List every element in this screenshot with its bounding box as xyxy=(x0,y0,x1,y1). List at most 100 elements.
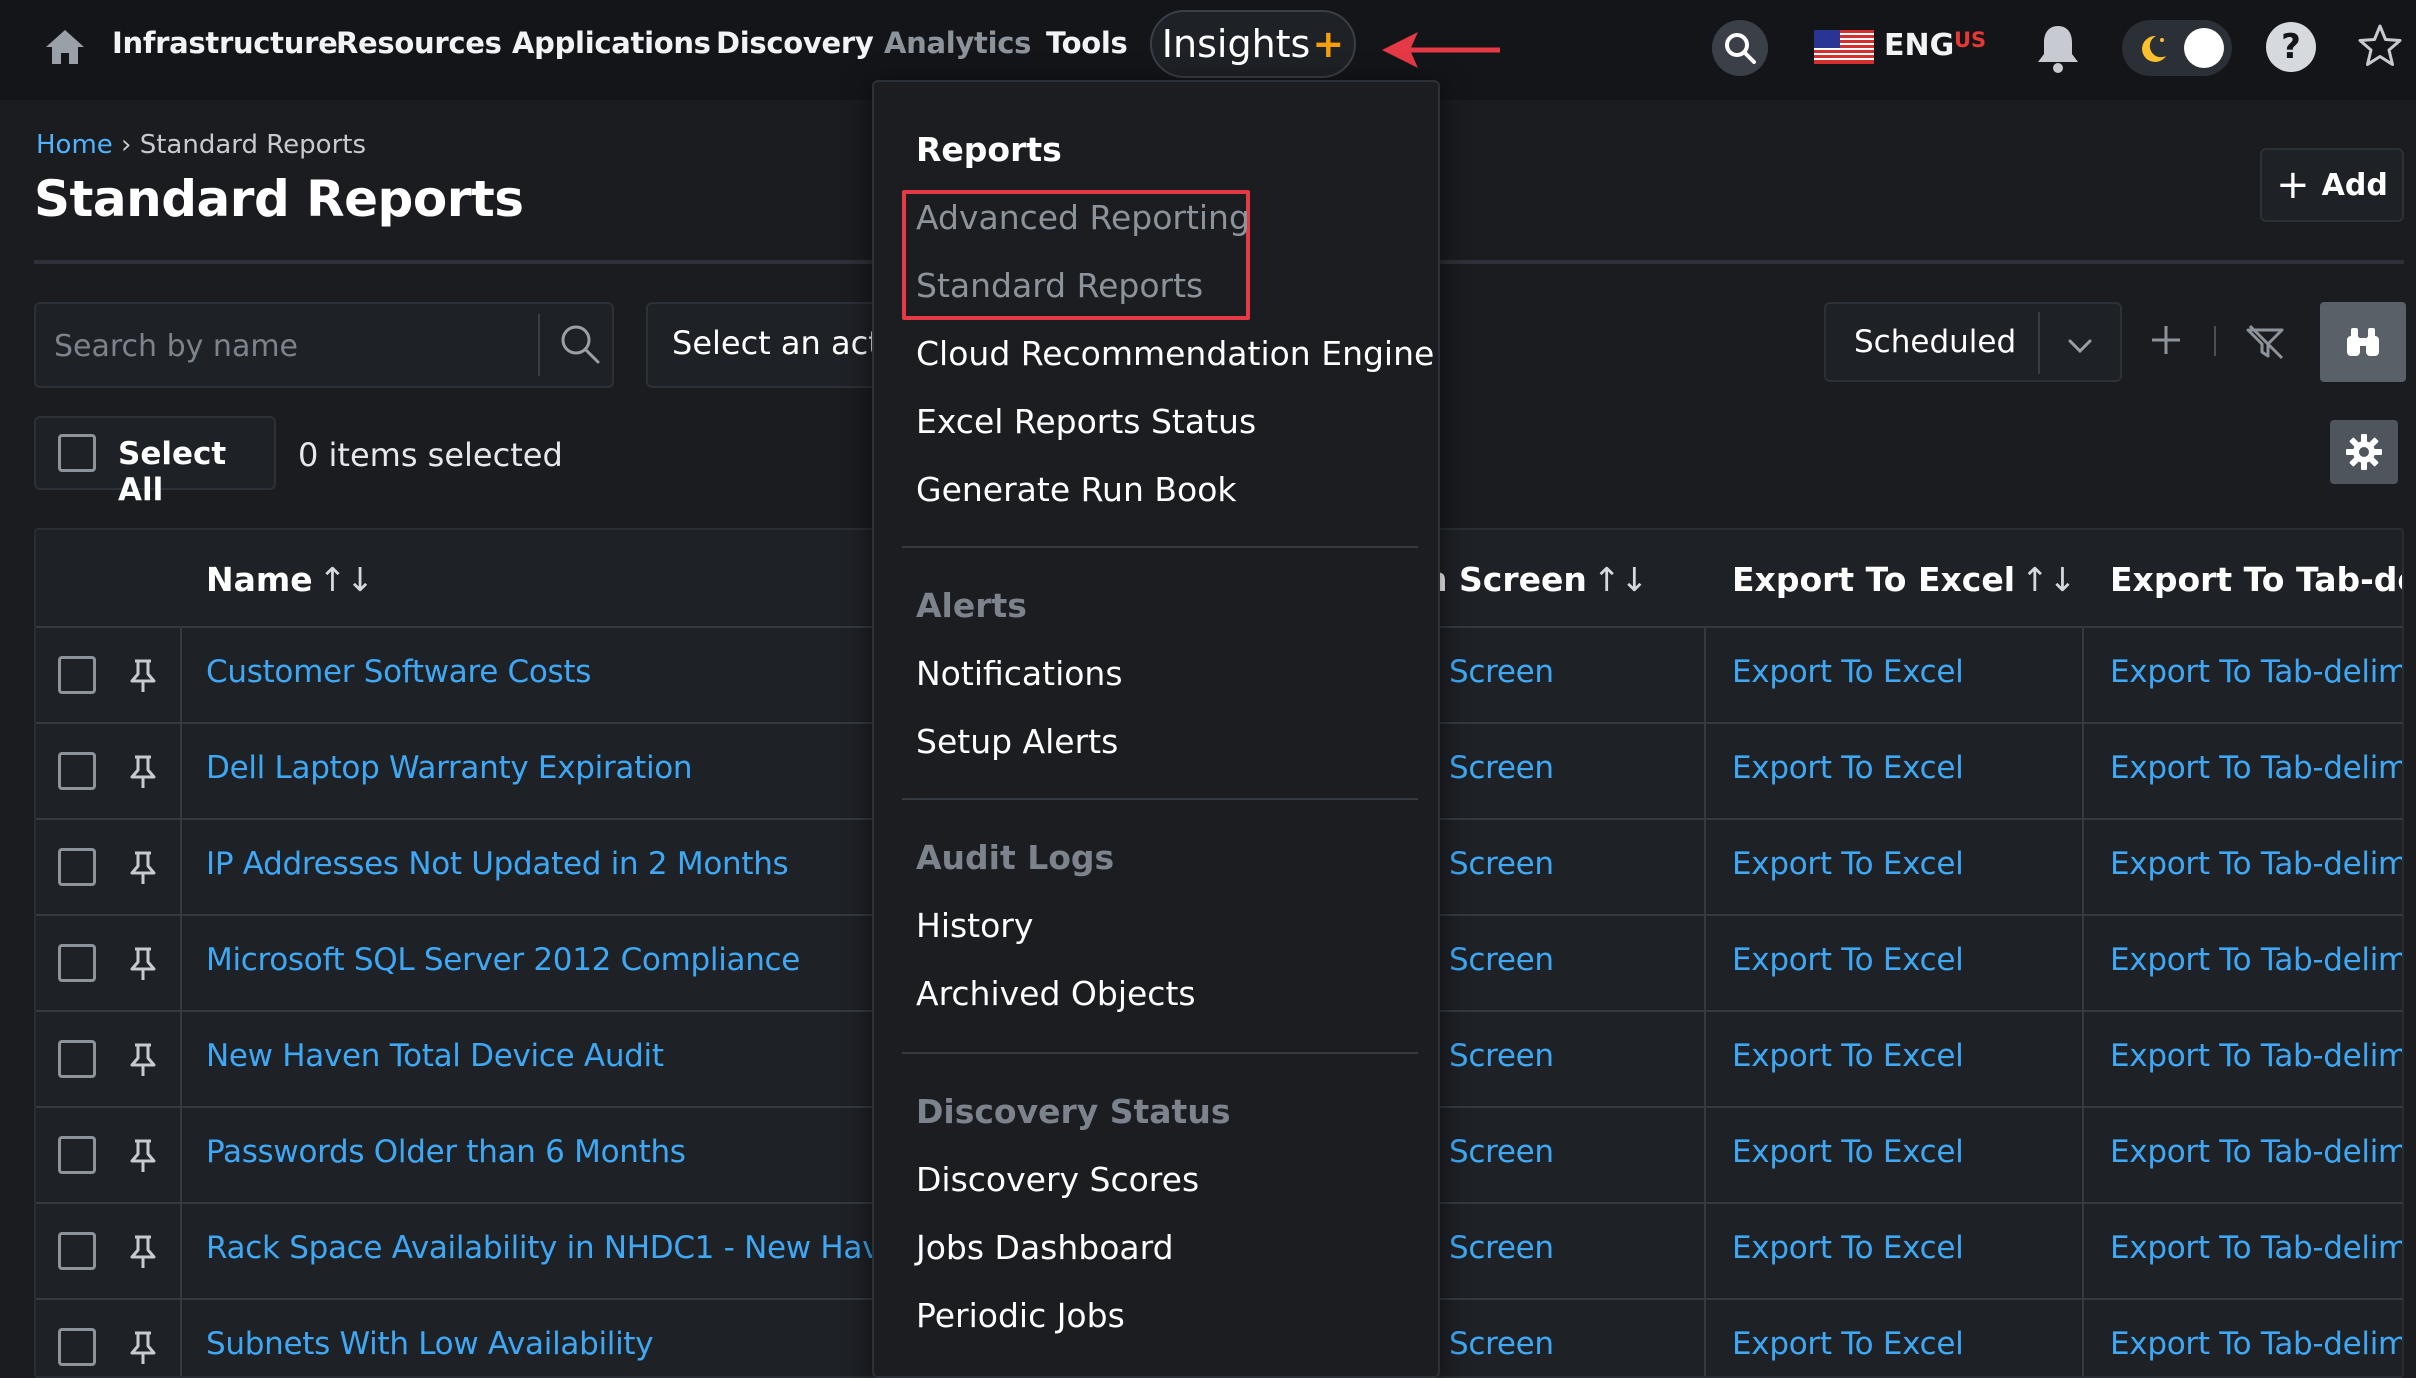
column-header-name[interactable]: Name ↑↓ xyxy=(206,560,374,599)
on-screen-link[interactable]: On Screen xyxy=(1396,1230,1696,1266)
scheduled-select[interactable]: Scheduled xyxy=(1824,302,2122,382)
export-excel-link[interactable]: Export To Excel xyxy=(1732,846,2072,882)
plus-icon: + xyxy=(2276,162,2310,208)
report-name-link[interactable]: Microsoft SQL Server 2012 Compliance xyxy=(206,942,906,978)
select-all-label: Select All xyxy=(118,436,227,508)
on-screen-link[interactable]: On Screen xyxy=(1396,1038,1696,1074)
nav-applications[interactable]: Applications xyxy=(512,26,711,60)
menu-separator xyxy=(902,546,1418,548)
export-tab-link[interactable]: Export To Tab-delimited xyxy=(2110,1134,2402,1170)
report-name-link[interactable]: Passwords Older than 6 Months xyxy=(206,1134,906,1170)
on-screen-link[interactable]: On Screen xyxy=(1396,846,1696,882)
export-tab-link[interactable]: Export To Tab-delimited xyxy=(2110,1326,2402,1362)
menu-item-setup-alerts[interactable]: Setup Alerts xyxy=(916,722,1118,761)
report-name-link[interactable]: Customer Software Costs xyxy=(206,654,906,690)
column-header-export-excel[interactable]: Export To Excel ↑↓ xyxy=(1732,560,2076,599)
pin-icon[interactable] xyxy=(126,754,160,790)
pin-icon[interactable] xyxy=(126,1138,160,1174)
menu-item-generate-run-book[interactable]: Generate Run Book xyxy=(916,470,1237,509)
star-icon[interactable] xyxy=(2356,22,2404,70)
row-checkbox[interactable] xyxy=(58,1232,96,1270)
nav-tools[interactable]: Tools xyxy=(1046,26,1128,60)
add-button[interactable]: + Add xyxy=(2260,148,2404,222)
pin-icon[interactable] xyxy=(126,850,160,886)
breadcrumb-home[interactable]: Home xyxy=(36,130,113,160)
export-excel-link[interactable]: Export To Excel xyxy=(1732,942,2072,978)
row-checkbox[interactable] xyxy=(58,1040,96,1078)
pin-icon[interactable] xyxy=(126,946,160,982)
settings-button[interactable] xyxy=(2330,420,2398,484)
menu-item-notifications[interactable]: Notifications xyxy=(916,654,1123,693)
sort-icon[interactable]: ↑↓ xyxy=(319,560,374,599)
plus-icon[interactable] xyxy=(2146,320,2186,360)
row-checkbox[interactable] xyxy=(58,848,96,886)
export-excel-link[interactable]: Export To Excel xyxy=(1732,1326,2072,1362)
export-tab-link[interactable]: Export To Tab-delimited xyxy=(2110,1038,2402,1074)
nav-discovery[interactable]: Discovery xyxy=(716,26,874,60)
menu-item-periodic-jobs[interactable]: Periodic Jobs xyxy=(916,1296,1125,1335)
menu-item-advanced-reporting[interactable]: Advanced Reporting xyxy=(916,198,1250,237)
us-flag-icon[interactable] xyxy=(1814,30,1874,64)
row-checkbox[interactable] xyxy=(58,944,96,982)
export-excel-link[interactable]: Export To Excel xyxy=(1732,1038,2072,1074)
export-excel-link[interactable]: Export To Excel xyxy=(1732,654,2072,690)
report-name-link[interactable]: Dell Laptop Warranty Expiration xyxy=(206,750,906,786)
column-header-export-tab[interactable]: Export To Tab-delimited xyxy=(2110,560,2402,599)
language-code[interactable]: ENG xyxy=(1884,28,1954,63)
on-screen-link[interactable]: On Screen xyxy=(1396,1134,1696,1170)
insights-dropdown-menu: Reports Advanced Reporting Standard Repo… xyxy=(872,80,1440,1378)
on-screen-link[interactable]: On Screen xyxy=(1396,654,1696,690)
sort-icon[interactable]: ↑↓ xyxy=(2021,560,2076,599)
menu-item-discovery-scores[interactable]: Discovery Scores xyxy=(916,1160,1199,1199)
row-checkbox[interactable] xyxy=(58,1136,96,1174)
bell-icon[interactable] xyxy=(2034,22,2082,74)
search-input[interactable] xyxy=(54,324,534,368)
row-checkbox[interactable] xyxy=(58,752,96,790)
nav-resources[interactable]: Resources xyxy=(336,26,502,60)
row-checkbox[interactable] xyxy=(58,656,96,694)
export-tab-link[interactable]: Export To Tab-delimited xyxy=(2110,750,2402,786)
report-name-link[interactable]: Rack Space Availability in NHDC1 - New H… xyxy=(206,1230,906,1266)
pin-icon[interactable] xyxy=(126,1042,160,1078)
on-screen-link[interactable]: On Screen xyxy=(1396,942,1696,978)
menu-item-excel-reports-status[interactable]: Excel Reports Status xyxy=(916,402,1256,441)
on-screen-link[interactable]: On Screen xyxy=(1396,750,1696,786)
pin-icon[interactable] xyxy=(126,658,160,694)
language-region: US xyxy=(1954,28,1987,52)
report-name-link[interactable]: Subnets With Low Availability xyxy=(206,1326,906,1362)
report-name-link[interactable]: IP Addresses Not Updated in 2 Months xyxy=(206,846,906,882)
binoculars-button[interactable] xyxy=(2320,302,2406,382)
export-tab-link[interactable]: Export To Tab-delimited xyxy=(2110,1230,2402,1266)
page-title: Standard Reports xyxy=(34,170,524,228)
export-excel-link[interactable]: Export To Excel xyxy=(1732,1230,2072,1266)
nav-analytics[interactable]: Analytics xyxy=(884,26,1031,60)
nav-infrastructure[interactable]: Infrastructure xyxy=(112,26,338,60)
menu-item-standard-reports[interactable]: Standard Reports xyxy=(916,266,1203,305)
menu-item-archived-objects[interactable]: Archived Objects xyxy=(916,974,1196,1013)
select-all-checkbox[interactable] xyxy=(58,434,96,472)
theme-toggle[interactable] xyxy=(2122,20,2232,76)
export-excel-link[interactable]: Export To Excel xyxy=(1732,750,2072,786)
export-tab-link[interactable]: Export To Tab-delimited xyxy=(2110,654,2402,690)
export-tab-link[interactable]: Export To Tab-delimited xyxy=(2110,846,2402,882)
home-icon[interactable] xyxy=(42,24,88,70)
export-tab-link[interactable]: Export To Tab-delimited xyxy=(2110,942,2402,978)
nav-insights-button[interactable]: Insights + xyxy=(1150,10,1356,78)
sort-icon[interactable]: ↑↓ xyxy=(1593,560,1648,599)
row-checkbox[interactable] xyxy=(58,1328,96,1366)
select-all-button[interactable]: Select All xyxy=(34,416,276,508)
help-icon[interactable]: ? xyxy=(2266,22,2316,72)
filter-clear-icon[interactable] xyxy=(2244,322,2286,362)
chevron-down-icon xyxy=(2068,339,2092,354)
search-icon[interactable] xyxy=(1712,20,1768,76)
menu-item-jobs-dashboard[interactable]: Jobs Dashboard xyxy=(916,1228,1174,1267)
pin-icon[interactable] xyxy=(126,1330,160,1366)
breadcrumb-separator: › xyxy=(121,130,132,160)
search-icon[interactable] xyxy=(558,322,602,366)
export-excel-link[interactable]: Export To Excel xyxy=(1732,1134,2072,1170)
on-screen-link[interactable]: On Screen xyxy=(1396,1326,1696,1362)
report-name-link[interactable]: New Haven Total Device Audit xyxy=(206,1038,906,1074)
menu-item-cloud-recommendation-engine[interactable]: Cloud Recommendation Engine xyxy=(916,334,1434,373)
pin-icon[interactable] xyxy=(126,1234,160,1270)
menu-item-history[interactable]: History xyxy=(916,906,1033,945)
